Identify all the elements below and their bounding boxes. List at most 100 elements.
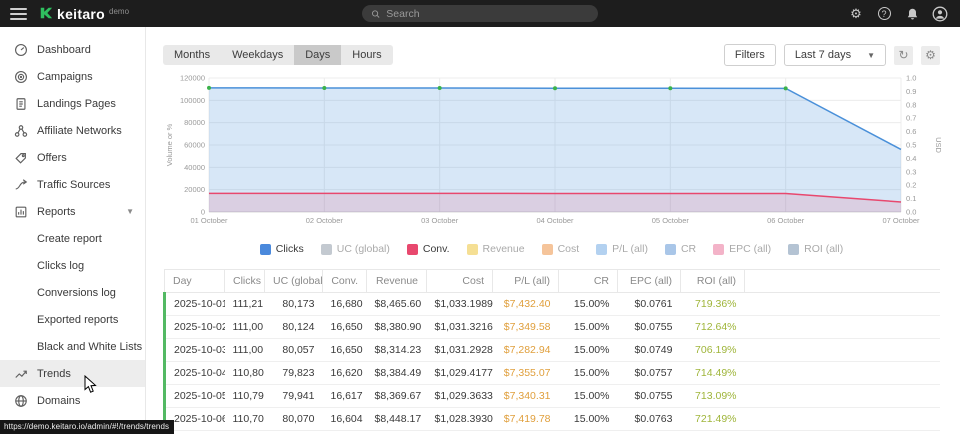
sidebar-item-exported-reports[interactable]: Exported reports: [0, 306, 145, 333]
col-clicks[interactable]: Clicks: [225, 270, 265, 293]
tab-weekdays[interactable]: Weekdays: [221, 45, 294, 65]
filters-button[interactable]: Filters: [724, 44, 776, 66]
cell-clicks: 111,21: [225, 293, 265, 316]
tab-hours[interactable]: Hours: [341, 45, 392, 65]
toolbar-right: Filters Last 7 days ▼ ↻ ⚙: [724, 44, 940, 66]
col-pl-all[interactable]: P/L (all): [493, 270, 559, 293]
svg-text:0.2: 0.2: [906, 181, 916, 190]
sidebar-item-trends[interactable]: Trends: [0, 360, 145, 387]
col-conv[interactable]: Conv.: [323, 270, 367, 293]
sidebar-item-label: Trends: [37, 368, 71, 380]
col-cr[interactable]: CR: [559, 270, 618, 293]
help-icon[interactable]: ?: [876, 6, 892, 22]
cell-epc: $0.0761: [618, 293, 681, 316]
cell-day: 2025-10-02: [165, 316, 225, 339]
sidebar-item-clicks-log[interactable]: Clicks log: [0, 252, 145, 279]
legend-item-conv[interactable]: Conv.: [407, 243, 450, 255]
sidebar-item-label: Traffic Sources: [37, 179, 110, 191]
cell-filler: [745, 339, 941, 362]
col-roi-all[interactable]: ROI (all): [681, 270, 745, 293]
legend-label: ROI (all): [804, 243, 843, 255]
cell-cost: $1,028.3930: [427, 408, 493, 431]
cell-cr: 15.00%: [559, 385, 618, 408]
svg-text:05 October: 05 October: [652, 216, 690, 225]
svg-text:03 October: 03 October: [421, 216, 459, 225]
sidebar-item-affiliate-networks[interactable]: Affiliate Networks: [0, 117, 145, 144]
cell-cr: 15.00%: [559, 339, 618, 362]
chart-settings-button[interactable]: ⚙: [921, 46, 940, 65]
col-epc-all[interactable]: EPC (all): [618, 270, 681, 293]
legend-label: UC (global): [337, 243, 390, 255]
cell-filler: [745, 362, 941, 385]
topbar-icons: ⚙ ?: [848, 6, 948, 22]
svg-text:1.0: 1.0: [906, 74, 916, 83]
cell-revenue: [367, 431, 427, 434]
cell-cr: [559, 431, 618, 434]
hamburger-menu-icon[interactable]: [10, 8, 27, 20]
keitaro-logo[interactable]: keitaro demo: [39, 6, 129, 22]
cell-clicks: 110,80: [225, 362, 265, 385]
sidebar-item-traffic-sources[interactable]: Traffic Sources: [0, 171, 145, 198]
main-content: Months Weekdays Days Hours Filters Last …: [147, 27, 960, 434]
user-avatar-icon[interactable]: [932, 6, 948, 22]
svg-text:07 October: 07 October: [882, 216, 920, 225]
col-cost[interactable]: Cost: [427, 270, 493, 293]
tab-days[interactable]: Days: [294, 45, 341, 65]
legend-item-uc-global[interactable]: UC (global): [321, 243, 390, 255]
tab-months[interactable]: Months: [163, 45, 221, 65]
sidebar-item-create-report[interactable]: Create report: [0, 225, 145, 252]
sidebar-item-black-and-white-lists[interactable]: Black and White Lists: [0, 333, 145, 360]
globe-icon: [14, 394, 28, 408]
legend-swatch: [713, 244, 724, 255]
legend-item-pl-all[interactable]: P/L (all): [596, 243, 648, 255]
svg-text:06 October: 06 October: [767, 216, 805, 225]
col-day[interactable]: Day: [165, 270, 225, 293]
search-input[interactable]: [386, 8, 589, 20]
legend-item-clicks[interactable]: Clicks: [260, 243, 304, 255]
keitaro-logo-icon: [39, 6, 53, 20]
sidebar-item-dashboard[interactable]: Dashboard: [0, 36, 145, 63]
sidebar-item-label: Conversions log: [37, 287, 116, 299]
sidebar-item-label: Offers: [37, 152, 67, 164]
notifications-bell-icon[interactable]: [904, 6, 920, 22]
cell-clicks: [225, 431, 265, 434]
cell-uc: 80,070: [265, 408, 323, 431]
table-row: 2025-10-01111,2180,17316,680$8,465.60$1,…: [165, 293, 941, 316]
global-search[interactable]: [362, 5, 598, 22]
refresh-button[interactable]: ↻: [894, 46, 913, 65]
svg-text:60000: 60000: [184, 141, 205, 150]
svg-text:04 October: 04 October: [536, 216, 574, 225]
svg-text:0.0: 0.0: [906, 208, 916, 217]
svg-text:40000: 40000: [184, 163, 205, 172]
col-revenue[interactable]: Revenue: [367, 270, 427, 293]
cell-cost: $1,033.1989: [427, 293, 493, 316]
legend-item-cr[interactable]: CR: [665, 243, 696, 255]
svg-text:0.3: 0.3: [906, 167, 916, 176]
cell-conv: 16,650: [323, 316, 367, 339]
sidebar-item-offers[interactable]: Offers: [0, 144, 145, 171]
cell-epc: $0.0755: [618, 316, 681, 339]
legend-item-revenue[interactable]: Revenue: [467, 243, 525, 255]
settings-gear-icon[interactable]: ⚙: [848, 6, 864, 22]
date-range-value: Last 7 days: [795, 49, 851, 61]
sidebar-item-label: Domains: [37, 395, 80, 407]
period-tabs: Months Weekdays Days Hours: [163, 45, 393, 65]
legend-item-cost[interactable]: Cost: [542, 243, 580, 255]
date-range-select[interactable]: Last 7 days ▼: [784, 44, 886, 66]
sidebar-item-landings-pages[interactable]: Landings Pages: [0, 90, 145, 117]
sidebar-item-campaigns[interactable]: Campaigns: [0, 63, 145, 90]
legend-swatch: [788, 244, 799, 255]
legend-item-epc-all[interactable]: EPC (all): [713, 243, 771, 255]
sidebar-item-reports[interactable]: Reports ▼: [0, 198, 145, 225]
table-header-row: Day Clicks UC (global) Conv. Revenue Cos…: [165, 270, 941, 293]
svg-text:100000: 100000: [180, 96, 205, 105]
col-uc-global[interactable]: UC (global): [265, 270, 323, 293]
legend-swatch: [665, 244, 676, 255]
sidebar-item-domains[interactable]: Domains: [0, 387, 145, 414]
sidebar-item-conversions-log[interactable]: Conversions log: [0, 279, 145, 306]
cell-roi: 719.36%: [681, 293, 745, 316]
svg-text:80000: 80000: [184, 118, 205, 127]
chevron-down-icon: ▼: [126, 207, 134, 216]
legend-item-roi-all[interactable]: ROI (all): [788, 243, 843, 255]
legend-label: Clicks: [276, 243, 304, 255]
